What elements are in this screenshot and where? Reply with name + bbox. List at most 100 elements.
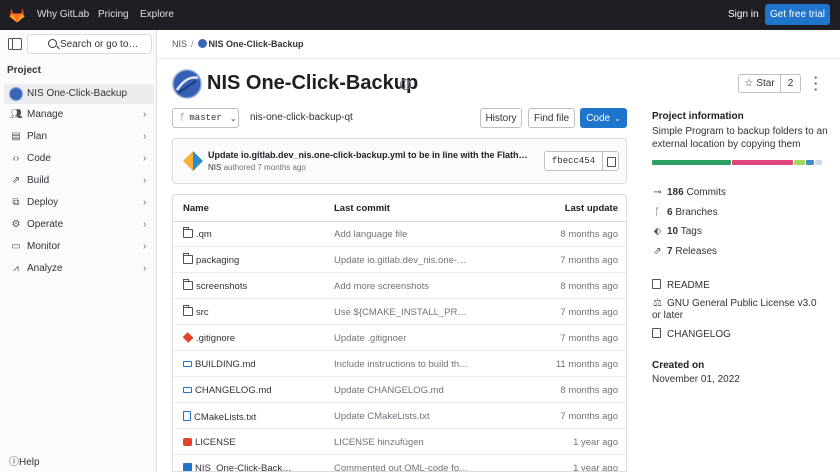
sidebar-item-monitor[interactable]: ▭ Monitor › (4, 237, 154, 257)
commit-message[interactable]: Update io.gitlab.dev_nis.one-click-backu… (208, 150, 533, 160)
find-file-button[interactable]: Find file (528, 108, 575, 128)
commit-author[interactable]: NIS (208, 163, 221, 172)
table-row[interactable]: screenshots Add more screenshots 8 month… (173, 273, 626, 299)
table-row[interactable]: packaging Update io.gitlab.dev_nis.one-c… (173, 247, 626, 273)
releases-count: 7 (667, 246, 673, 257)
readme-link[interactable]: README (652, 279, 828, 292)
code-dropdown-button[interactable]: Code ⌄ (580, 108, 627, 128)
tags-link[interactable]: ⬖ 10 Tags (652, 226, 702, 237)
file-commit[interactable]: Add language file (334, 229, 469, 240)
help-icon: ⓘ (9, 457, 19, 468)
table-row[interactable]: NIS_One-Click-Backup.qml Commented out Q… (173, 455, 626, 471)
readme-label: README (667, 280, 710, 291)
language-segment[interactable] (794, 160, 805, 165)
file-name[interactable]: src (196, 307, 209, 318)
sidebar-item-label: Deploy (27, 197, 59, 208)
file-updated: 7 months ago (560, 255, 618, 266)
sidebar-item-deploy[interactable]: ⧉ Deploy › (4, 193, 154, 213)
file-name[interactable]: BUILDING.md (195, 359, 256, 370)
repo-path[interactable]: nis-one-click-backup-qt (250, 112, 353, 123)
breadcrumb-group[interactable]: NIS (172, 39, 187, 49)
file-name[interactable]: CMakeLists.txt (194, 412, 256, 423)
breadcrumb-project[interactable]: NIS One-Click-Backup (209, 39, 304, 49)
file-name[interactable]: packaging (196, 255, 239, 266)
file-updated: 7 months ago (560, 411, 618, 422)
doc-icon (652, 328, 661, 338)
table-row[interactable]: CMakeLists.txt Update CMakeLists.txt 7 m… (173, 403, 626, 429)
file-name[interactable]: .qm (196, 229, 212, 240)
code-button-label: Code (586, 112, 611, 124)
file-commit[interactable]: LICENSE hinzufügen (334, 437, 469, 448)
file-name[interactable]: LICENSE (195, 437, 236, 448)
table-row[interactable]: src Use ${CMAKE_INSTALL_PREFIX} 7 months… (173, 299, 626, 325)
file-name[interactable]: .gitignore (196, 333, 235, 344)
author-avatar[interactable] (183, 151, 203, 171)
sidebar-toggle-icon[interactable] (8, 38, 22, 50)
file-name[interactable]: screenshots (196, 281, 247, 292)
sign-in-link[interactable]: Sign in (728, 9, 759, 20)
help-label: Help (19, 457, 40, 468)
sidebar-item-build[interactable]: ⇗ Build › (4, 171, 154, 191)
users-icon: 👥︎ (10, 109, 23, 120)
nav-pricing[interactable]: Pricing (98, 9, 129, 20)
cloud-gear-icon: ⚙ (11, 219, 21, 230)
sidebar-item-project[interactable]: NIS One-Click-Backup (4, 84, 154, 104)
file-commit[interactable]: Update .gitignoer (334, 333, 469, 344)
branches-link[interactable]: ᚴ6 Branches (652, 207, 718, 218)
star-label: Star (756, 78, 775, 89)
rocket-icon: ⇗ (653, 246, 662, 257)
language-segment[interactable] (805, 160, 815, 165)
history-button[interactable]: History (480, 108, 522, 128)
star-button[interactable]: ☆ Star (738, 74, 781, 93)
releases-link[interactable]: ⇗ 7 Releases (652, 246, 717, 257)
file-commit[interactable]: Use ${CMAKE_INSTALL_PREFIX} (334, 307, 469, 318)
language-segment[interactable] (731, 160, 794, 165)
file-commit[interactable]: Include instructions to build the projec… (334, 359, 469, 370)
sidebar-item-plan[interactable]: ▤ Plan › (4, 127, 154, 147)
get-free-trial-button[interactable]: Get free trial (765, 4, 830, 25)
nav-why-gitlab[interactable]: Why GitLab (37, 9, 89, 20)
tag-icon: ⬖ (653, 226, 662, 237)
last-commit-panel: Update io.gitlab.dev_nis.one-click-backu… (172, 138, 627, 184)
globe-icon (400, 79, 411, 90)
sidebar-item-analyze[interactable]: ⩘ Analyze › (4, 259, 154, 279)
sidebar-item-code[interactable]: ‹› Code › (4, 149, 154, 169)
file-name[interactable]: CHANGELOG.md (195, 385, 272, 396)
help-button[interactable]: ⓘHelp (9, 453, 40, 468)
language-segment[interactable] (652, 160, 731, 165)
chevron-right-icon: › (143, 109, 147, 120)
chevron-right-icon: › (143, 197, 147, 208)
file-updated: 7 months ago (560, 307, 618, 318)
changelog-link[interactable]: CHANGELOG (652, 328, 828, 341)
file-commit[interactable]: Update CMakeLists.txt (334, 411, 469, 422)
commits-link[interactable]: ⊸ 186 Commits (652, 187, 726, 198)
file-commit[interactable]: Commented out QML-code for the time bein… (334, 463, 469, 471)
branch-selector[interactable]: ᚴ master ⌄ (172, 108, 239, 128)
table-row[interactable]: .gitignore Update .gitignoer 7 months ag… (173, 325, 626, 351)
table-row[interactable]: BUILDING.md Include instructions to buil… (173, 351, 626, 377)
more-actions-icon[interactable]: · · · (813, 71, 819, 96)
commit-sha[interactable]: fbecc454 (544, 151, 603, 171)
nav-explore[interactable]: Explore (140, 9, 174, 20)
tags-count: 10 (667, 226, 679, 237)
search-button[interactable]: Search or go to… (27, 34, 152, 54)
copy-icon[interactable] (602, 151, 619, 171)
language-segment[interactable] (815, 160, 822, 165)
table-row[interactable]: CHANGELOG.md Update CHANGELOG.md 8 month… (173, 377, 626, 403)
sidebar-item-manage[interactable]: 👥︎ Manage › (4, 105, 154, 125)
file-commit[interactable]: Update CHANGELOG.md (334, 385, 469, 396)
branch-icon: ᚴ (654, 207, 661, 218)
file-commit[interactable]: Add more screenshots (334, 281, 469, 292)
sidebar-item-operate[interactable]: ⚙ Operate › (4, 215, 154, 235)
file-commit[interactable]: Update io.gitlab.dev_nis.one-click-backu… (334, 255, 469, 266)
table-row[interactable]: .qm Add language file 8 months ago (173, 221, 626, 247)
gitlab-logo-icon[interactable] (8, 6, 26, 24)
project-info-heading: Project information (652, 111, 744, 122)
document-icon (183, 411, 191, 421)
table-row[interactable]: LICENSE LICENSE hinzufügen 1 year ago (173, 429, 626, 455)
search-icon (48, 39, 57, 48)
branches-label: Branches (675, 207, 718, 218)
file-name[interactable]: NIS_One-Click-Backup.qml (195, 463, 293, 471)
star-count[interactable]: 2 (780, 74, 801, 93)
license-link[interactable]: ⚖ GNU General Public License v3.0 or late… (652, 298, 828, 322)
